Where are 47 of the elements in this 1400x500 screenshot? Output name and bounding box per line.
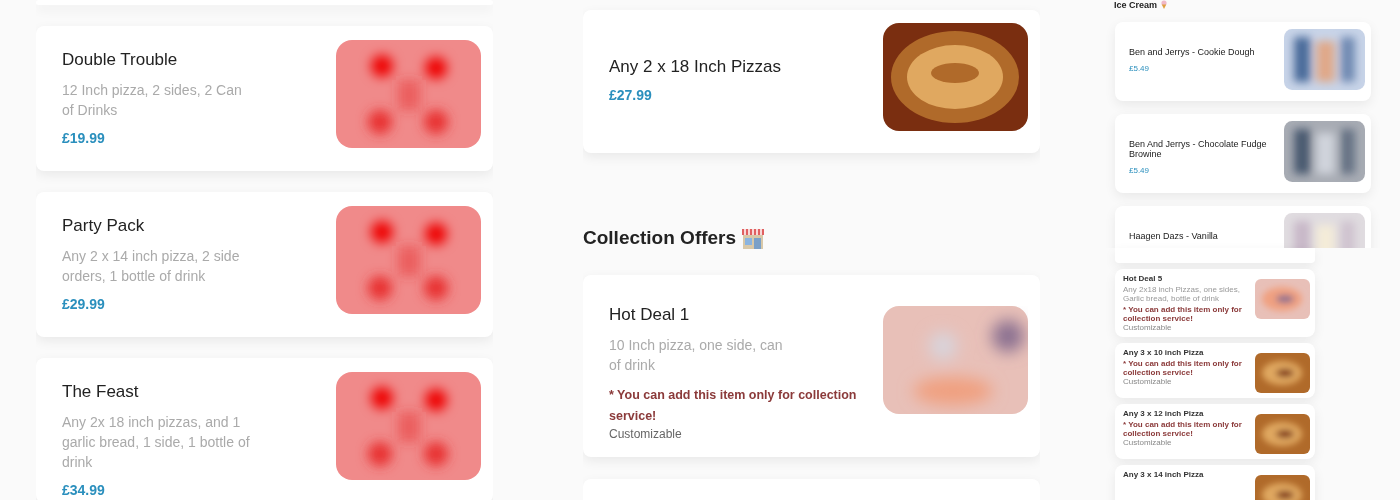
item-name: Hot Deal 5: [1123, 274, 1164, 283]
customizable-label: Customizable: [609, 427, 683, 441]
ice-cream-icon: [1160, 0, 1169, 9]
menu-item-card[interactable]: Any 3 x 10 inch Pizza * You can add this item only for collection service! Customizable: [1115, 343, 1315, 398]
menu-item-card[interactable]: Hot Deal 5 Any 2x18 inch Pizzas, one sides, Garlic bread, bottle of drink * You can add this item only for collection service! Customizable: [1115, 269, 1315, 337]
menu-item-card[interactable]: Haagen Dazs - Vanilla: [1115, 206, 1371, 248]
menu-item-card[interactable]: The Feast Any 2x 18 inch pizzas, and 1 garlic bread, 1 side, 1 bottle of drink £34.99: [36, 358, 493, 500]
item-name: Any 3 x 14 inch Pizza: [1123, 470, 1204, 479]
menu-item-card[interactable]: Any 3 x 12 inch Pizza * You can add this item only for collection service! Customizable: [1115, 404, 1315, 459]
item-price: £34.99: [62, 482, 106, 498]
collection-notice: * You can add this item only for collection service!: [1123, 305, 1243, 323]
item-name: The Feast: [62, 382, 140, 402]
collection-notice: * You can add this item only for collection service!: [1123, 359, 1243, 377]
item-price: £27.99: [609, 87, 653, 103]
menu-item-card[interactable]: Ben And Jerrys - Chocolate Fudge Browine £5.49: [1115, 114, 1371, 193]
menu-item-card[interactable]: Ben and Jerrys - Cookie Dough £5.49: [1115, 22, 1371, 101]
item-description: Any 2x 18 inch pizzas, and 1 garlic bread, 1 side, 1 bottle of drink: [62, 413, 251, 472]
menu-item-card[interactable]: Any 3 x 14 inch Pizza: [1115, 465, 1315, 500]
menu-item-card[interactable]: Double Trouble 12 Inch pizza, 2 sides, 2 Can of Drinks £19.99: [36, 26, 493, 171]
collection-notice: * You can add this item only for collection service!: [609, 387, 858, 425]
item-name: Party Pack: [62, 216, 146, 236]
customizable-label: Customizable: [1123, 377, 1173, 386]
item-price: £29.99: [62, 296, 106, 312]
item-name: Haagen Dazs - Vanilla: [1129, 231, 1219, 241]
customizable-label: Customizable: [1123, 323, 1173, 332]
item-price: £19.99: [62, 130, 106, 146]
menu-item-card[interactable]: Party Pack Any 2 x 14 inch pizza, 2 side orders, 1 bottle of drink £29.99: [36, 192, 493, 337]
section-heading: Ice Cream: [1114, 0, 1158, 10]
item-price: £5.49: [1129, 166, 1151, 175]
customizable-label: Customizable: [1123, 438, 1173, 447]
item-description: 12 Inch pizza, 2 sides, 2 Can of Drinks: [62, 81, 243, 120]
item-name: Hot Deal 1: [609, 305, 691, 325]
item-price: £5.49: [1129, 64, 1151, 73]
collection-notice: * You can add this item only for collection service!: [1123, 420, 1243, 438]
menu-item-card[interactable]: Any 2 x 18 Inch Pizzas £27.99: [583, 10, 1040, 153]
item-name: Any 3 x 12 inch Pizza: [1123, 409, 1205, 418]
item-description: 10 Inch pizza, one side, can of drink: [609, 336, 784, 375]
item-description: Any 2x18 inch Pizzas, one sides, Garlic bread, bottle of drink: [1123, 285, 1241, 303]
item-name: Any 3 x 10 inch Pizza: [1123, 348, 1205, 357]
item-name: Any 2 x 18 Inch Pizzas: [609, 57, 781, 77]
menu-item-card[interactable]: [1115, 248, 1315, 263]
item-name: Ben And Jerrys - Chocolate Fudge Browine: [1129, 139, 1268, 159]
section-heading: Collection Offers: [583, 227, 737, 249]
item-name: Ben and Jerrys - Cookie Dough: [1129, 47, 1256, 57]
menu-item-card[interactable]: Hot Deal 1 10 Inch pizza, one side, can of drink * You can add this item only for collection service! Customizable: [583, 275, 1040, 457]
item-name: Double Trouble: [62, 50, 179, 70]
item-description: Any 2 x 14 inch pizza, 2 side orders, 1 bottle of drink: [62, 247, 241, 286]
